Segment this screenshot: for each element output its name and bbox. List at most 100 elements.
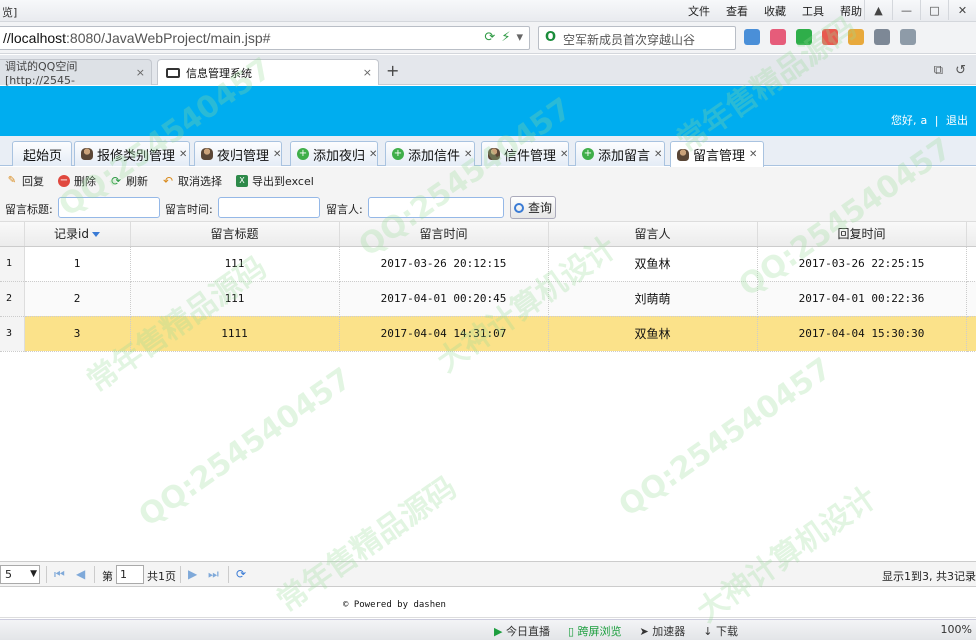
- tab-home[interactable]: 起始页: [12, 141, 72, 166]
- refresh-icon: ⟳: [110, 173, 122, 188]
- tab-add-message[interactable]: + 添加留言 ✕: [575, 141, 665, 166]
- column-header-reply-time[interactable]: 回复时间: [757, 222, 967, 247]
- query-button[interactable]: 查询: [510, 196, 556, 219]
- prev-page-icon[interactable]: ◀: [76, 567, 85, 581]
- close-tab-icon[interactable]: ✕: [179, 149, 187, 160]
- lightning-icon[interactable]: ⚡: [501, 30, 510, 45]
- zoom-level[interactable]: 100%: [941, 623, 972, 636]
- page-size-select[interactable]: 5 ▼: [0, 565, 40, 584]
- last-page-icon[interactable]: ⏭: [208, 567, 219, 582]
- undo-icon[interactable]: ↺: [955, 63, 966, 78]
- apps-icon[interactable]: [744, 29, 760, 45]
- game-icon[interactable]: [900, 29, 916, 45]
- person-input[interactable]: [368, 197, 504, 218]
- new-tab-button[interactable]: +: [386, 61, 399, 80]
- close-tab-icon[interactable]: ✕: [464, 149, 472, 160]
- table-row-selected[interactable]: 3 3 1111 2017-04-04 14:31:07 双鱼林 2017-04…: [0, 316, 976, 352]
- next-page-icon[interactable]: ▶: [188, 567, 197, 581]
- page-number-input[interactable]: 1: [116, 565, 144, 584]
- refresh-button[interactable]: ⟳ 刷新: [110, 173, 148, 189]
- tab-letter-manage[interactable]: 信件管理 ✕: [481, 141, 569, 166]
- table-row[interactable]: 1 1 111 2017-03-26 20:12:15 双鱼林 2017-03-…: [0, 246, 976, 282]
- status-items: ▶ 今日直播 ▯ 跨屏浏览 ➤ 加速器 ↓ 下载: [494, 623, 738, 639]
- maximize-icon[interactable]: □: [920, 0, 948, 20]
- tab-add-letter[interactable]: + 添加信件 ✕: [385, 141, 475, 166]
- search-bar: 留言标题: 留言时间: 留言人: 查询: [0, 194, 976, 222]
- divider: [228, 566, 229, 583]
- restore-tab-icon[interactable]: ⧉: [934, 63, 943, 78]
- time-input[interactable]: [218, 197, 320, 218]
- close-tab-icon[interactable]: ×: [136, 66, 145, 79]
- divider: [46, 566, 47, 583]
- cell-time: 2017-04-04 14:31:07: [339, 316, 549, 352]
- app-header: 您好, a | 退出: [0, 86, 976, 136]
- url-input[interactable]: //localhost:8080/JavaWebProject/main.jsp…: [0, 26, 530, 50]
- cell-reply-time: 2017-04-04 15:30:30: [757, 316, 967, 352]
- user-icon: [488, 148, 500, 160]
- export-excel-button[interactable]: X 导出到excel: [236, 173, 314, 189]
- close-tab-icon[interactable]: ✕: [273, 149, 281, 160]
- close-tab-icon[interactable]: ✕: [369, 149, 377, 160]
- reply-button[interactable]: ✎ 回复: [6, 173, 44, 189]
- note-icon[interactable]: [848, 29, 864, 45]
- dropdown-icon[interactable]: ▾: [516, 30, 523, 45]
- close-tab-icon[interactable]: ✕: [654, 149, 662, 160]
- window-title: 览]: [2, 6, 18, 19]
- column-header-time[interactable]: 留言时间: [339, 222, 549, 247]
- user-icon: [201, 148, 213, 160]
- screenshot-icon[interactable]: [874, 29, 890, 45]
- username: a: [920, 114, 928, 127]
- reload-icon[interactable]: ⟳: [236, 567, 246, 581]
- close-tab-icon[interactable]: ✕: [560, 149, 568, 160]
- column-header-title[interactable]: 留言标题: [130, 222, 340, 247]
- footer: © Powered by dashen: [0, 588, 976, 618]
- excel-icon: X: [236, 174, 248, 187]
- phone-icon: ▯: [567, 625, 578, 638]
- menu-tools[interactable]: 工具: [794, 3, 832, 19]
- close-tab-icon[interactable]: ✕: [749, 149, 757, 160]
- cell-title: 1111: [130, 316, 340, 352]
- logout-link[interactable]: 退出: [946, 114, 968, 127]
- tab-repair-category[interactable]: 报修类别管理 ✕: [74, 141, 190, 166]
- add-icon: +: [297, 148, 309, 160]
- search-text: 空军新成员首次穿越山谷: [563, 33, 696, 47]
- refresh-icon[interactable]: ⟳: [484, 30, 495, 45]
- download-button[interactable]: ↓ 下载: [703, 623, 738, 639]
- mail-icon[interactable]: [770, 29, 786, 45]
- browser-tabbar: 调试的QQ空间 [http://2545- × 信息管理系统 × + ⧉ ↺: [0, 55, 976, 87]
- column-header-person[interactable]: 留言人: [548, 222, 758, 247]
- cancel-select-button[interactable]: ↶ 取消选择: [162, 173, 222, 189]
- watermark-text: QQ:254540457: [612, 351, 839, 524]
- browser-tab-active[interactable]: 信息管理系统 ×: [157, 59, 379, 85]
- close-icon[interactable]: ✕: [948, 0, 976, 20]
- shield-icon[interactable]: [796, 29, 812, 45]
- translate-icon[interactable]: [822, 29, 838, 45]
- accelerator-button[interactable]: ➤ 加速器: [640, 623, 686, 639]
- cell-title: 111: [130, 281, 340, 317]
- sort-desc-icon: [91, 232, 100, 238]
- menu-file[interactable]: 文件: [680, 3, 718, 19]
- tab-add-night-return[interactable]: + 添加夜归 ✕: [290, 141, 378, 166]
- first-page-icon[interactable]: ⏮: [54, 567, 65, 582]
- browser-search-input[interactable]: O 空军新成员首次穿越山谷: [538, 26, 736, 50]
- cell-reply-time: 2017-03-26 22:25:15: [757, 246, 967, 282]
- skin-icon[interactable]: ▲: [864, 0, 892, 20]
- close-tab-icon[interactable]: ×: [363, 66, 372, 79]
- cross-screen-button[interactable]: ▯ 跨屏浏览: [568, 623, 622, 639]
- tab-night-return[interactable]: 夜归管理 ✕: [194, 141, 282, 166]
- app-tabs: 起始页 报修类别管理 ✕ 夜归管理 ✕ + 添加夜归 ✕ + 添加信件 ✕ 信件…: [0, 136, 976, 167]
- browser-tab-qq[interactable]: 调试的QQ空间 [http://2545- ×: [0, 59, 152, 87]
- tab-message-manage[interactable]: 留言管理 ✕: [670, 141, 764, 167]
- live-button[interactable]: ▶ 今日直播: [494, 623, 550, 639]
- column-header-filler: [966, 222, 976, 247]
- table-row[interactable]: 2 2 111 2017-04-01 00:20:45 刘萌萌 2017-04-…: [0, 281, 976, 317]
- watermark-text: QQ:254540457: [132, 361, 359, 534]
- delete-button[interactable]: − 删除: [58, 173, 96, 189]
- title-input[interactable]: [58, 197, 160, 218]
- menu-favorites[interactable]: 收藏: [756, 3, 794, 19]
- column-header-id[interactable]: 记录id: [24, 222, 131, 247]
- menu-view[interactable]: 查看: [718, 3, 756, 19]
- cell-filler: [966, 281, 976, 317]
- divider: |: [934, 114, 939, 127]
- minimize-icon[interactable]: —: [892, 0, 920, 20]
